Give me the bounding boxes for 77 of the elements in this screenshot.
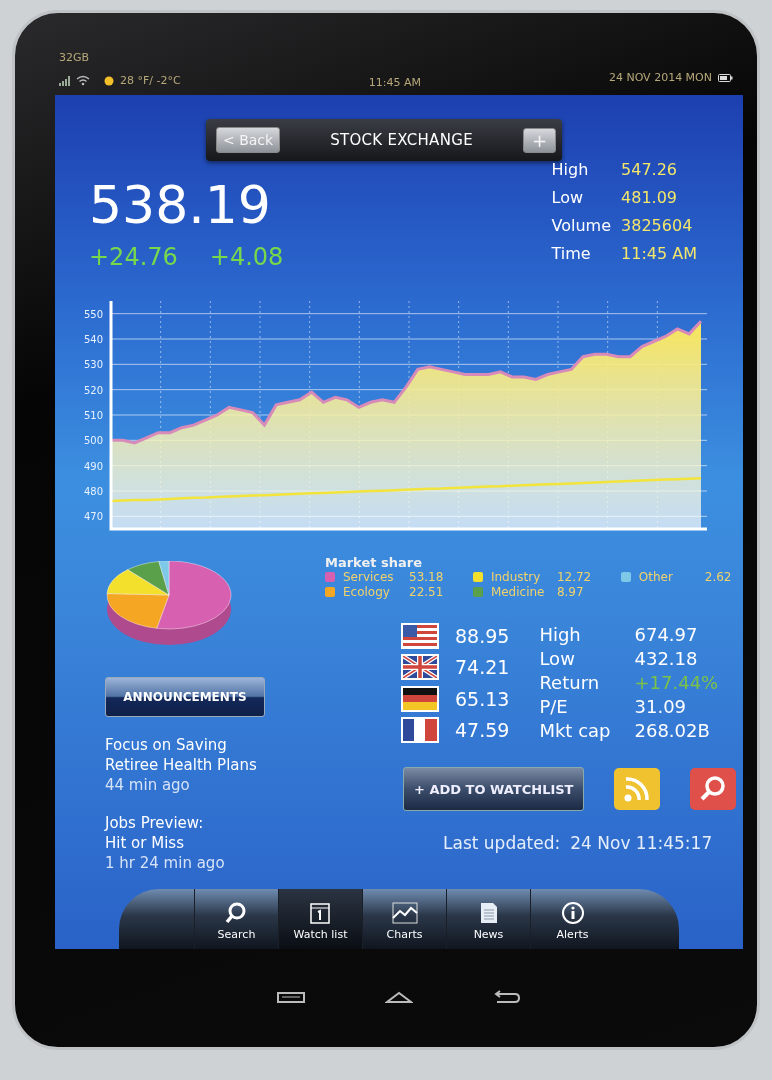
last-updated-label: Last updated: (443, 833, 561, 853)
stock-price: 538.19 (89, 179, 272, 231)
axis-tick-label: 470 (83, 511, 103, 523)
stat-value: 11:45 AM (621, 243, 697, 265)
axis-tick-label: 540 (83, 334, 103, 345)
stat-label: Low (551, 187, 585, 209)
legend-label: Industry (490, 570, 542, 584)
legend-title: Market share (325, 555, 423, 570)
screen-title: STOCK EXCHANGE (330, 131, 473, 149)
stat-value: 3825604 (621, 215, 694, 237)
clock-time: 11:45 AM (368, 76, 421, 89)
legend-label: Ecology (343, 585, 391, 599)
detail-label: P/E (539, 695, 569, 719)
detail-value: 432.18 (634, 647, 699, 671)
price-change: +24.76 (89, 243, 178, 271)
axis-tick-label: 500 (83, 435, 103, 447)
detail-value: 674.97 (634, 623, 699, 647)
tab[interactable]: Alerts (530, 889, 614, 949)
axis-tick-label: 510 (83, 410, 103, 421)
news-time: 44 min ago (105, 775, 191, 795)
legend-label: Services (343, 570, 395, 584)
date-text: 24 NOV 2014 MON (608, 71, 712, 84)
tab[interactable]: News (446, 889, 530, 949)
axis-tick-label: 480 (83, 486, 103, 497)
detail-value: 268.02B (634, 719, 711, 743)
chart-icon (391, 901, 418, 925)
rss-icon[interactable] (614, 768, 661, 810)
detail-value: 31.09 (634, 695, 688, 719)
last-updated-value: 24 Nov 11:45:17 (570, 833, 713, 853)
home-icon[interactable] (385, 990, 413, 1004)
stat-label: High (551, 159, 590, 181)
storage-label: 32GB (59, 51, 91, 64)
wifi-icon (76, 75, 90, 86)
index-value: 88.95 (455, 624, 510, 647)
sun-icon (104, 75, 114, 86)
legend-value: 8.97 (556, 585, 584, 599)
detail-value: +17.44% (634, 671, 719, 695)
axis-tick-label: 520 (83, 384, 103, 396)
flag-icon (403, 719, 437, 742)
detail-label: Return (539, 671, 601, 695)
news-time: 1 hr 24 min ago (105, 853, 226, 873)
announcements-button[interactable]: ANNOUNCEMENTS (105, 677, 265, 717)
legend-label: Medicine (490, 585, 546, 599)
stat-label: Volume (551, 215, 612, 237)
signal-icon (59, 75, 70, 86)
flag-icon (403, 656, 437, 679)
weather-text: 28 °F/ -2°C (120, 74, 181, 87)
detail-label: Mkt cap (539, 719, 611, 743)
flag-icon (403, 624, 437, 647)
menu-icon[interactable] (277, 990, 305, 1004)
stat-label: Time (551, 243, 592, 265)
legend-label: Other (638, 570, 674, 584)
axis-tick-label: 550 (83, 308, 103, 320)
info-icon (559, 901, 586, 925)
legend-value: 2.62 (704, 570, 732, 584)
tab[interactable]: Charts (362, 889, 446, 949)
add-to-watchlist-button[interactable]: + ADD TO WATCHLIST (403, 767, 585, 811)
detail-label: High (539, 623, 582, 647)
back-icon[interactable] (493, 990, 521, 1004)
news-headline[interactable]: Jobs Preview: Hit or Miss (105, 813, 335, 853)
legend-value: 22.51 (409, 585, 444, 599)
detail-label: Low (539, 647, 576, 671)
legend-value: 12.72 (556, 570, 592, 584)
axis-tick-label: 530 (83, 359, 103, 371)
legend-value: 53.18 (409, 570, 444, 584)
axis-tick-label: 490 (83, 460, 103, 472)
index-value: 47.59 (455, 719, 510, 742)
stat-value: 481.09 (621, 187, 679, 209)
news-headline[interactable]: Focus on Saving Retiree Health Plans (105, 735, 335, 775)
tab[interactable]: Watch list (278, 889, 362, 949)
search-icon[interactable] (690, 768, 737, 810)
index-value: 65.13 (455, 687, 510, 710)
flag-icon (403, 687, 437, 710)
price-change: +4.08 (209, 243, 284, 271)
stat-value: 547.26 (621, 159, 679, 181)
battery-icon (718, 73, 733, 82)
index-value: 74.21 (455, 656, 510, 679)
